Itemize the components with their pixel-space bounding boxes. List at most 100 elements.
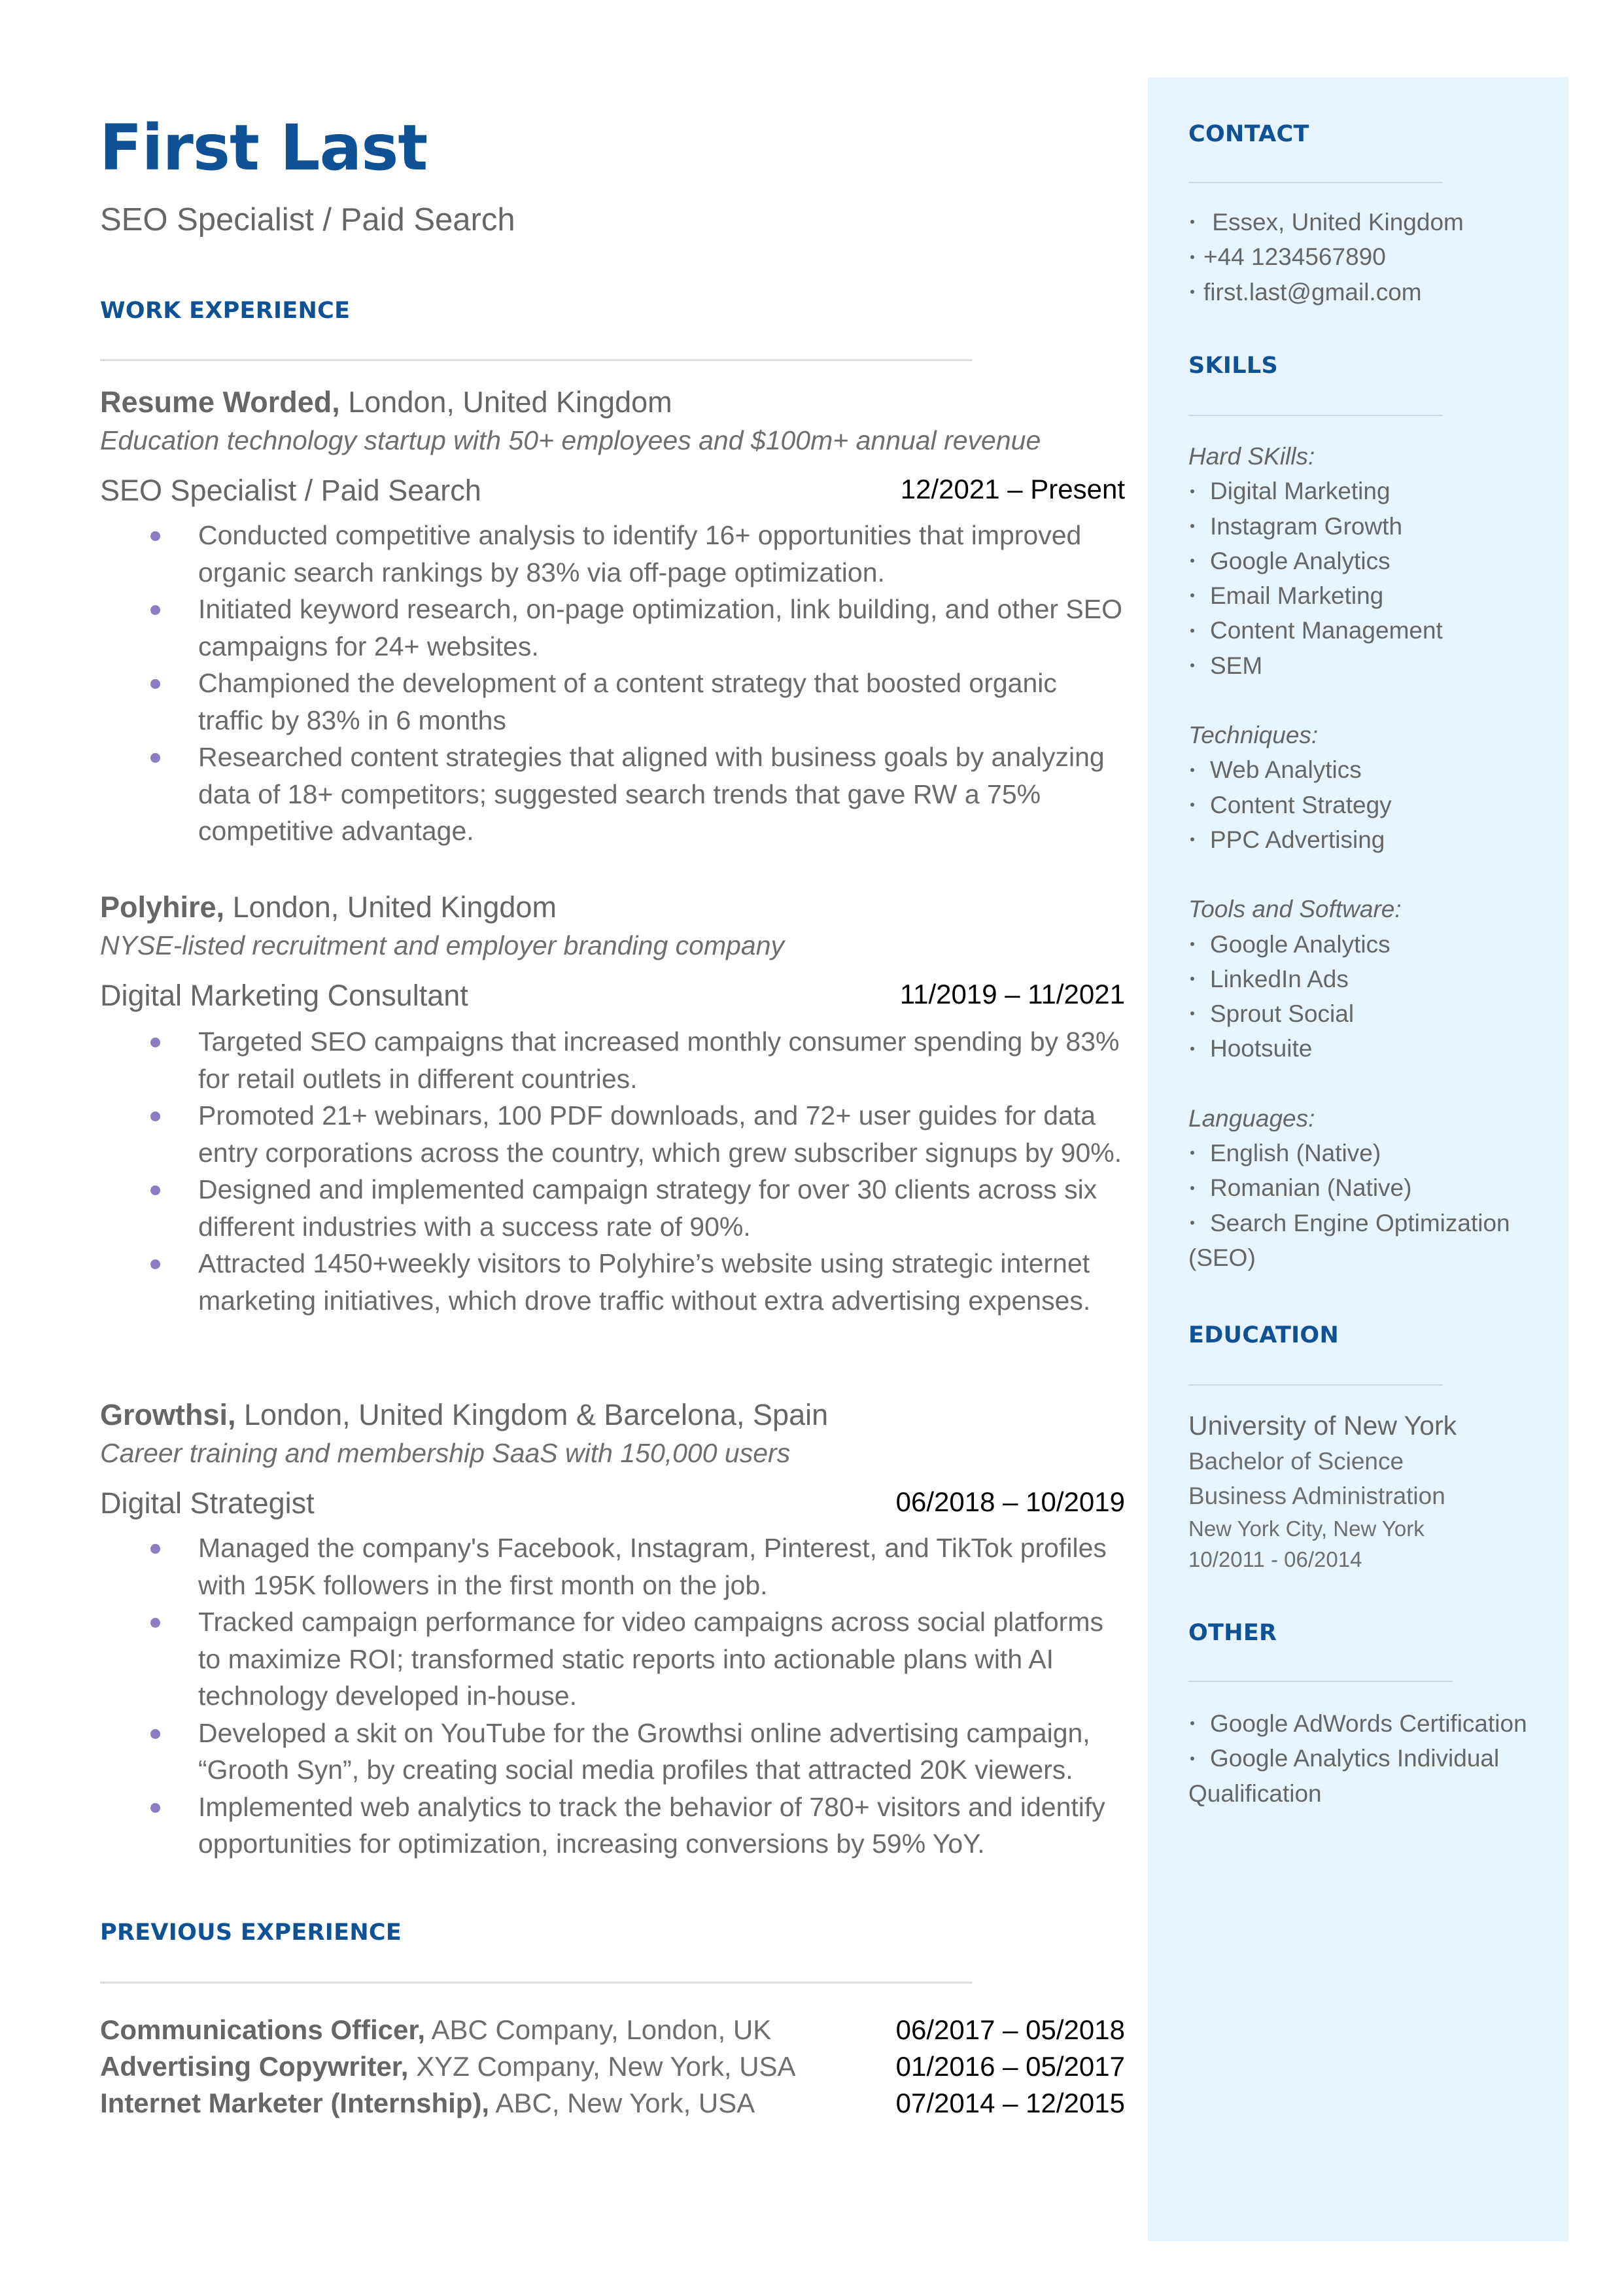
bullet-dot-icon — [1190, 1220, 1194, 1225]
company-name: Growthsi, — [100, 1398, 236, 1431]
sidebar: CONTACT Essex, United Kingdom +44 123456… — [1148, 77, 1568, 2241]
bullet-dot-icon — [1190, 489, 1194, 493]
previous-role-row: Internet Marketer (Internship), ABC, New… — [100, 2085, 1125, 2122]
contact-list: Essex, United Kingdom +44 1234567890 fir… — [1188, 205, 1555, 309]
job-entry: Polyhire, London, United Kingdom NYSE-li… — [100, 892, 1125, 1319]
bullet-dot-icon — [150, 753, 160, 763]
candidate-title: SEO Specialist / Paid Search — [100, 202, 515, 237]
bullet-item: Targeted SEO campaigns that increased mo… — [100, 1023, 1127, 1097]
job-entry: Growthsi, London, United Kingdom & Barce… — [100, 1400, 1125, 1863]
role-row: Digital Marketing Consultant 11/2019 – 1… — [100, 979, 1125, 1012]
job-dates: 12/2021 – Present — [900, 474, 1125, 504]
contact-location: Essex, United Kingdom — [1188, 205, 1555, 239]
skill-item: Digital Marketing — [1188, 474, 1555, 508]
job-role: Digital Marketing Consultant — [100, 979, 468, 1012]
skill-item: SEM — [1188, 648, 1555, 683]
bullet-dot-icon — [150, 679, 160, 689]
bullet-dot-icon — [1190, 523, 1194, 528]
skill-item: Instagram Growth — [1188, 509, 1555, 544]
skills-group-label: Techniques: — [1188, 722, 1319, 749]
skill-item: PPC Advertising — [1188, 822, 1555, 857]
company-description: NYSE-listed recruitment and employer bra… — [100, 930, 785, 960]
job-bullets: Targeted SEO campaigns that increased mo… — [100, 1023, 1125, 1319]
bullet-dot-icon — [1190, 220, 1194, 224]
bullet-dot-icon — [150, 1618, 160, 1628]
skills-group-label: Hard SKills: — [1188, 443, 1315, 470]
previous-role-dates: 07/2014 – 12/2015 — [895, 2088, 1125, 2118]
job-dates: 06/2018 – 10/2019 — [895, 1486, 1125, 1517]
job-entry: Resume Worded, London, United Kingdom Ed… — [100, 387, 1125, 850]
education-location: New York City, New York — [1188, 1516, 1425, 1541]
job-bullets: Managed the company's Facebook, Instagra… — [100, 1530, 1125, 1863]
bullet-dot-icon — [150, 1112, 160, 1121]
section-divider — [1188, 182, 1443, 183]
job-dates: 11/2019 – 11/2021 — [899, 979, 1125, 1009]
bullet-item: Developed a skit on YouTube for the Grow… — [100, 1715, 1127, 1789]
bullet-dot-icon — [1190, 593, 1194, 598]
bullet-dot-icon — [1190, 1185, 1194, 1190]
section-title-education: EDUCATION — [1188, 1322, 1339, 1348]
skills-group-label: Tools and Software: — [1188, 896, 1402, 923]
section-divider — [1188, 415, 1443, 416]
bullet-dot-icon — [150, 605, 160, 615]
bullet-item: Initiated keyword research, on-page opti… — [100, 591, 1127, 665]
previous-role-row: Communications Officer, ABC Company, Lon… — [100, 2012, 1125, 2048]
education-entry: University of New York Bachelor of Scien… — [1188, 1407, 1457, 1575]
skill-item: Content Management — [1188, 613, 1555, 648]
company-description: Education technology startup with 50+ em… — [100, 425, 1041, 455]
company-location: London, United Kingdom — [224, 890, 557, 924]
bullet-dot-icon — [150, 1728, 160, 1739]
section-divider — [100, 359, 972, 361]
skill-item: Google Analytics — [1188, 544, 1555, 578]
bullet-dot-icon — [1190, 941, 1194, 946]
company-line: Polyhire, London, United Kingdom — [100, 892, 1125, 922]
other-list: Google AdWords Certification Google Anal… — [1188, 1706, 1555, 1811]
bullet-dot-icon — [150, 1038, 160, 1047]
skill-item: Search Engine Optimization (SEO) — [1188, 1209, 1510, 1271]
company-name: Resume Worded, — [100, 385, 340, 419]
skill-item: Sprout Social — [1188, 996, 1555, 1031]
spacer — [1188, 857, 1555, 892]
company-location: London, United Kingdom & Barcelona, Spai… — [235, 1398, 829, 1431]
bullet-item: Designed and implemented campaign strate… — [100, 1171, 1127, 1245]
bullet-item: Managed the company's Facebook, Instagra… — [100, 1530, 1127, 1603]
other-item: Google Analytics Individual Qualificatio… — [1188, 1745, 1500, 1807]
bullet-item: Promoted 21+ webinars, 100 PDF downloads… — [100, 1097, 1127, 1171]
company-line: Growthsi, London, United Kingdom & Barce… — [100, 1400, 1125, 1429]
candidate-name: First Last — [99, 111, 428, 184]
section-divider — [100, 1982, 972, 1984]
job-bullets: Conducted competitive analysis to identi… — [100, 517, 1125, 850]
bullet-item: Tracked campaign performance for video c… — [100, 1603, 1127, 1715]
bullet-dot-icon — [1190, 559, 1194, 563]
job-role: SEO Specialist / Paid Search — [100, 474, 481, 507]
bullet-dot-icon — [1190, 1756, 1194, 1761]
bullet-dot-icon — [1190, 628, 1194, 633]
bullet-dot-icon — [1190, 977, 1194, 981]
education-degree: Bachelor of Science — [1188, 1448, 1404, 1475]
section-title-other: OTHER — [1188, 1620, 1277, 1646]
bullet-item: Attracted 1450+weekly visitors to Polyhi… — [100, 1245, 1127, 1319]
bullet-item: Championed the development of a content … — [100, 665, 1127, 739]
company-line: Resume Worded, London, United Kingdom — [100, 387, 1125, 417]
section-divider — [1188, 1384, 1443, 1386]
job-role: Digital Strategist — [100, 1486, 315, 1520]
section-title-contact: CONTACT — [1188, 121, 1309, 147]
bullet-dot-icon — [150, 1544, 160, 1554]
bullet-dot-icon — [1190, 289, 1194, 294]
previous-role-row: Advertising Copywriter, XYZ Company, New… — [100, 2048, 1125, 2085]
bullet-dot-icon — [1190, 802, 1194, 807]
section-title-work-experience: WORK EXPERIENCE — [100, 298, 351, 324]
bullet-dot-icon — [150, 1259, 160, 1269]
education-dates: 10/2011 - 06/2014 — [1188, 1547, 1362, 1571]
skill-item: Email Marketing — [1188, 578, 1555, 613]
role-row: SEO Specialist / Paid Search 12/2021 – P… — [100, 474, 1125, 507]
bullet-dot-icon — [1190, 663, 1194, 667]
skills-list: Hard SKills: Digital Marketing Instagram… — [1188, 439, 1555, 1275]
spacer — [1188, 683, 1555, 718]
skill-item: Web Analytics — [1188, 752, 1555, 787]
spacer — [1188, 1066, 1555, 1101]
section-divider — [1188, 1681, 1453, 1682]
skill-item: Google Analytics — [1188, 927, 1555, 962]
skill-item: Romanian (Native) — [1188, 1170, 1555, 1205]
contact-email[interactable]: first.last@gmail.com — [1188, 275, 1555, 309]
